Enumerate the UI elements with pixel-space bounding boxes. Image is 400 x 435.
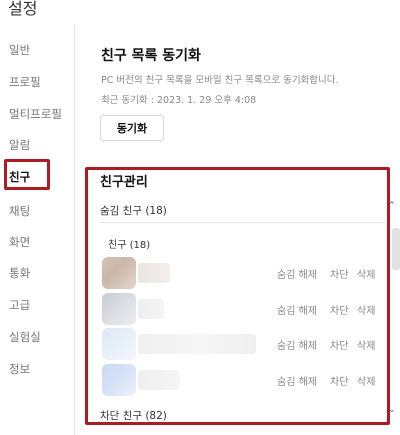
chevron-down-icon[interactable]: ⌄: [388, 405, 396, 415]
block-button[interactable]: 차단: [330, 266, 348, 281]
sidebar-item-advanced[interactable]: 고급: [9, 297, 30, 313]
avatar: [102, 328, 136, 360]
friend-row: 숨김 해제 차단 삭제: [100, 257, 386, 291]
block-button[interactable]: 차단: [330, 337, 348, 352]
friend-management-title: 친구관리: [100, 175, 148, 190]
friend-row: 숨김 해제 차단 삭제: [100, 364, 386, 398]
sidebar-item-display[interactable]: 화면: [9, 234, 30, 250]
delete-button[interactable]: 삭제: [357, 302, 375, 317]
sidebar-item-call[interactable]: 통화: [9, 265, 30, 281]
settings-sidebar: 일반 프로필 멀티프로필 알림 친구 채팅 화면 통화 고급 실험실 정보: [0, 24, 75, 435]
unhide-button[interactable]: 숨김 해제: [277, 302, 317, 317]
blurred-friend-name: [138, 263, 170, 283]
divider: [100, 222, 386, 223]
blurred-friend-name: [138, 370, 180, 390]
blocked-friends-section-header[interactable]: 차단 친구 (82): [100, 408, 167, 423]
last-sync-time: 최근 동기화 : 2023. 1. 29 오후 4:08: [101, 95, 257, 106]
blurred-friend-name: [138, 334, 256, 354]
window-title: 설정: [8, 0, 38, 18]
unhide-button[interactable]: 숨김 해제: [277, 373, 317, 388]
avatar: [102, 257, 136, 289]
chevron-up-icon[interactable]: ⌃: [388, 201, 396, 211]
sidebar-item-notifications[interactable]: 알림: [9, 137, 30, 153]
sidebar-item-labs[interactable]: 실험실: [9, 329, 41, 345]
hidden-friends-section-header[interactable]: 숨김 친구 (18): [100, 203, 167, 218]
delete-button[interactable]: 삭제: [357, 337, 375, 352]
friend-row: 숨김 해제 차단 삭제: [100, 328, 386, 362]
delete-button[interactable]: 삭제: [357, 266, 375, 281]
hidden-friends-count-label: 친구 (18): [108, 240, 151, 251]
sync-button[interactable]: 동기화: [100, 115, 164, 141]
sidebar-item-info[interactable]: 정보: [9, 361, 30, 377]
active-item-highlight: [4, 159, 50, 190]
scrollbar-thumb[interactable]: [392, 228, 400, 270]
avatar: [102, 364, 136, 396]
sidebar-item-general[interactable]: 일반: [9, 42, 30, 58]
delete-button[interactable]: 삭제: [357, 373, 375, 388]
sidebar-item-chat[interactable]: 채팅: [9, 203, 30, 219]
blurred-friend-name: [138, 299, 164, 319]
unhide-button[interactable]: 숨김 해제: [277, 266, 317, 281]
unhide-button[interactable]: 숨김 해제: [277, 337, 317, 352]
friend-row: 숨김 해제 차단 삭제: [100, 293, 386, 327]
sync-title: 친구 목록 동기화: [101, 48, 201, 64]
block-button[interactable]: 차단: [330, 302, 348, 317]
sidebar-item-multiprofile[interactable]: 멀티프로필: [9, 106, 62, 122]
avatar: [102, 293, 136, 325]
block-button[interactable]: 차단: [330, 373, 348, 388]
sidebar-item-profile[interactable]: 프로필: [9, 74, 41, 90]
sync-description: PC 버전의 친구 목록을 모바일 친구 목록으로 동기화합니다.: [101, 75, 339, 86]
